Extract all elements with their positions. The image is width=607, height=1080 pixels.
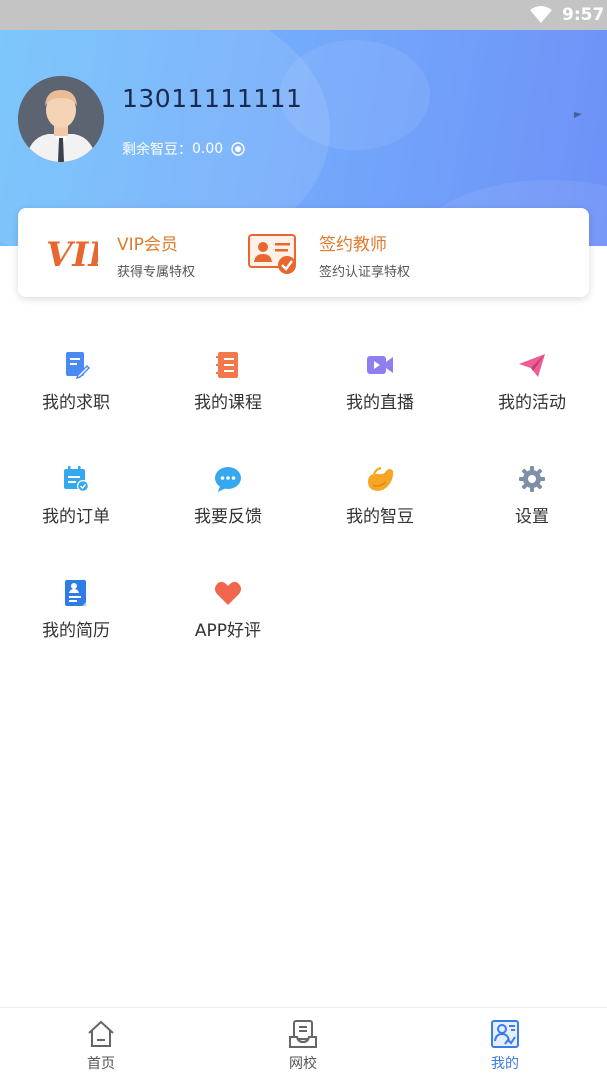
vip-icon: VIP bbox=[46, 235, 98, 270]
vip-subtitle: 获得专属特权 bbox=[117, 265, 196, 280]
menu-label: 设置 bbox=[515, 507, 549, 527]
menu-settings[interactable]: 设置 bbox=[456, 465, 607, 565]
notebook-icon bbox=[216, 352, 238, 378]
privilege-card: VIP VIP会员 获得专属特权 签约教师 签约认证享特权 bbox=[18, 208, 589, 297]
menu-rate-app[interactable]: APP好评 bbox=[152, 579, 304, 679]
teacher-title: 签约教师 bbox=[319, 235, 387, 255]
status-time: 9:57 bbox=[562, 5, 605, 25]
user-phone: 13011111111 bbox=[122, 84, 303, 113]
menu-label: 我的订单 bbox=[42, 507, 110, 527]
home-icon bbox=[88, 1020, 114, 1047]
menu-my-resume[interactable]: 我的简历 bbox=[0, 579, 152, 679]
edit-document-icon bbox=[66, 352, 90, 379]
bottom-tab-bar: 首页 网校 我的 bbox=[0, 1007, 607, 1080]
tab-label: 我的 bbox=[491, 1056, 519, 1072]
gear-icon bbox=[519, 466, 545, 492]
avatar[interactable] bbox=[18, 76, 104, 162]
bean-icon bbox=[368, 466, 394, 491]
user-avatar-icon bbox=[18, 76, 104, 162]
menu-my-courses[interactable]: 我的课程 bbox=[152, 351, 304, 451]
resume-icon bbox=[65, 580, 86, 606]
coin-icon bbox=[231, 142, 245, 156]
calendar-check-icon bbox=[64, 466, 89, 492]
menu-my-live[interactable]: 我的直播 bbox=[304, 351, 456, 451]
svg-text:VIP: VIP bbox=[46, 235, 98, 270]
teacher-subtitle: 签约认证享特权 bbox=[319, 265, 411, 280]
chat-bubble-icon bbox=[215, 467, 241, 492]
vip-member-entry[interactable]: VIP VIP会员 获得专属特权 bbox=[18, 208, 248, 297]
beans-balance: 剩余智豆： 0.00 bbox=[122, 139, 245, 159]
online-school-icon bbox=[289, 1020, 317, 1048]
menu-my-jobs[interactable]: 我的求职 bbox=[0, 351, 152, 451]
vip-title: VIP会员 bbox=[117, 235, 178, 255]
menu-label: 我要反馈 bbox=[194, 507, 262, 527]
certificate-icon bbox=[248, 234, 296, 274]
beans-value: 0.00 bbox=[192, 141, 224, 157]
contract-teacher-entry[interactable]: 签约教师 签约认证享特权 bbox=[248, 208, 589, 297]
beans-label: 剩余智豆： bbox=[122, 142, 192, 158]
status-bar: 9:57 bbox=[0, 0, 607, 30]
heart-icon bbox=[215, 581, 241, 605]
menu-feedback[interactable]: 我要反馈 bbox=[152, 465, 304, 565]
menu-my-beans[interactable]: 我的智豆 bbox=[304, 465, 456, 565]
menu-label: 我的活动 bbox=[498, 393, 566, 413]
tab-label: 首页 bbox=[87, 1056, 115, 1072]
wifi-icon bbox=[530, 6, 552, 23]
tab-mine[interactable]: 我的 bbox=[404, 1008, 606, 1080]
menu-my-activities[interactable]: 我的活动 bbox=[456, 351, 607, 451]
menu-label: 我的求职 bbox=[42, 393, 110, 413]
small-flag-icon bbox=[574, 112, 582, 118]
menu-label: 我的课程 bbox=[194, 393, 262, 413]
menu-label: 我的简历 bbox=[42, 621, 110, 641]
video-camera-icon bbox=[367, 356, 393, 374]
profile-icon bbox=[491, 1020, 519, 1048]
tab-home[interactable]: 首页 bbox=[0, 1008, 202, 1080]
menu-label: APP好评 bbox=[194, 621, 262, 641]
tab-online-school[interactable]: 网校 bbox=[202, 1008, 404, 1080]
menu-label: 我的直播 bbox=[346, 393, 414, 413]
menu-label: 我的智豆 bbox=[346, 507, 414, 527]
paper-plane-icon bbox=[519, 354, 545, 377]
menu-my-orders[interactable]: 我的订单 bbox=[0, 465, 152, 565]
tab-label: 网校 bbox=[289, 1056, 317, 1072]
